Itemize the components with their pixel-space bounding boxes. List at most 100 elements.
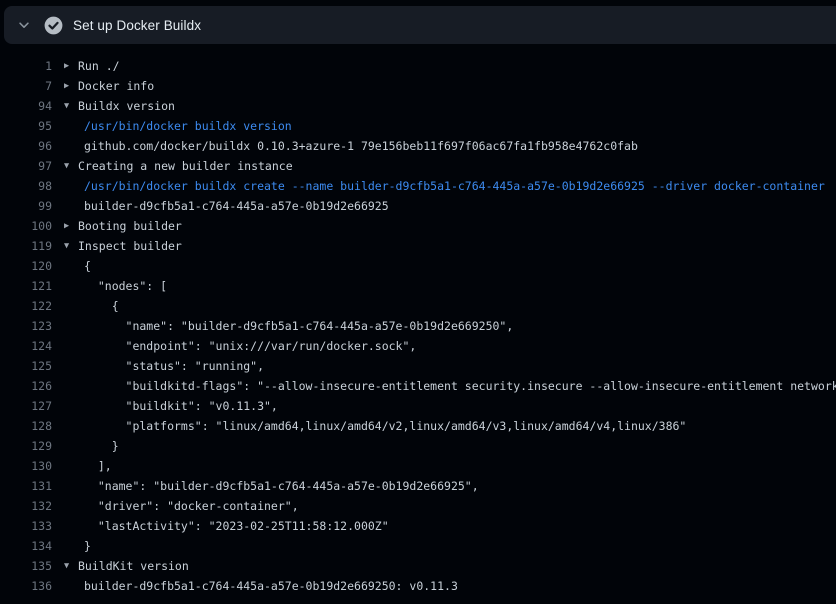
log-line-text: {	[84, 296, 119, 316]
group-toggle-icon	[64, 336, 78, 356]
line-number[interactable]: 125	[0, 356, 52, 376]
group-toggle-icon	[64, 256, 78, 276]
log-line-text: builder-d9cfb5a1-c764-445a-a57e-0b19d2e6…	[84, 196, 389, 216]
line-number[interactable]: 95	[0, 116, 52, 136]
group-toggle-icon	[64, 436, 78, 456]
line-number[interactable]: 130	[0, 456, 52, 476]
line-number[interactable]: 127	[0, 396, 52, 416]
line-number[interactable]: 7	[0, 76, 52, 96]
log-line: 96 github.com/docker/buildx 0.10.3+azure…	[0, 136, 836, 156]
line-number[interactable]: 120	[0, 256, 52, 276]
line-number[interactable]: 133	[0, 516, 52, 536]
group-toggle-icon	[64, 456, 78, 476]
log-line-text: Buildx version	[78, 96, 175, 116]
group-toggle-icon	[64, 116, 78, 136]
log-line-text: }	[84, 536, 91, 556]
log-group-header[interactable]: 97 ▼ Creating a new builder instance	[0, 156, 836, 176]
log-line-text: Docker info	[78, 76, 154, 96]
line-number[interactable]: 128	[0, 416, 52, 436]
group-toggle-icon: ▼	[64, 96, 78, 116]
group-toggle-icon: ▼	[64, 236, 78, 256]
log-line-text: /usr/bin/docker buildx create --name bui…	[84, 176, 825, 196]
log-line: 124 "endpoint": "unix:///var/run/docker.…	[0, 336, 836, 356]
line-number[interactable]: 131	[0, 476, 52, 496]
line-number[interactable]: 94	[0, 96, 52, 116]
log-group-header[interactable]: 135 ▼ BuildKit version	[0, 556, 836, 576]
log-line-text: "buildkitd-flags": "--allow-insecure-ent…	[84, 376, 836, 396]
group-toggle-icon	[64, 376, 78, 396]
line-number[interactable]: 1	[0, 56, 52, 76]
log-line-text: "nodes": [	[84, 276, 167, 296]
log-line-text: builder-d9cfb5a1-c764-445a-a57e-0b19d2e6…	[84, 576, 458, 596]
log-line: 95 /usr/bin/docker buildx version	[0, 116, 836, 136]
log-line-text: Creating a new builder instance	[78, 156, 293, 176]
log-group-header[interactable]: 7 ▶ Docker info	[0, 76, 836, 96]
line-number[interactable]: 126	[0, 376, 52, 396]
log-line-text: }	[84, 436, 119, 456]
line-number[interactable]: 136	[0, 576, 52, 596]
group-toggle-icon	[64, 276, 78, 296]
log-line: 122 {	[0, 296, 836, 316]
group-toggle-icon: ▶	[64, 76, 78, 96]
log-line: 134 }	[0, 536, 836, 556]
group-toggle-icon	[64, 476, 78, 496]
log-line: 131 "name": "builder-d9cfb5a1-c764-445a-…	[0, 476, 836, 496]
group-toggle-icon: ▼	[64, 156, 78, 176]
line-number[interactable]: 129	[0, 436, 52, 456]
line-number[interactable]: 121	[0, 276, 52, 296]
line-number[interactable]: 98	[0, 176, 52, 196]
log-line: 133 "lastActivity": "2023-02-25T11:58:12…	[0, 516, 836, 536]
group-toggle-icon: ▶	[64, 56, 78, 76]
group-toggle-icon	[64, 296, 78, 316]
group-toggle-icon	[64, 396, 78, 416]
log-line-text: github.com/docker/buildx 0.10.3+azure-1 …	[84, 136, 638, 156]
log-line-text: Booting builder	[78, 216, 182, 236]
step-header[interactable]: Set up Docker Buildx	[4, 6, 836, 44]
group-toggle-icon	[64, 316, 78, 336]
line-number[interactable]: 135	[0, 556, 52, 576]
log-line: 126 "buildkitd-flags": "--allow-insecure…	[0, 376, 836, 396]
check-circle-icon	[43, 15, 63, 35]
log-line: 125 "status": "running",	[0, 356, 836, 376]
log-line: 98 /usr/bin/docker buildx create --name …	[0, 176, 836, 196]
line-number[interactable]: 100	[0, 216, 52, 236]
log-line: 123 "name": "builder-d9cfb5a1-c764-445a-…	[0, 316, 836, 336]
log-line-text: /usr/bin/docker buildx version	[84, 116, 292, 136]
log-line: 132 "driver": "docker-container",	[0, 496, 836, 516]
log-line-text: Inspect builder	[78, 236, 182, 256]
line-number[interactable]: 134	[0, 536, 52, 556]
group-toggle-icon	[64, 496, 78, 516]
group-toggle-icon	[64, 196, 78, 216]
line-number[interactable]: 132	[0, 496, 52, 516]
group-toggle-icon	[64, 536, 78, 556]
log-line: 130 ],	[0, 456, 836, 476]
line-number[interactable]: 99	[0, 196, 52, 216]
group-toggle-icon	[64, 576, 78, 596]
group-toggle-icon	[64, 176, 78, 196]
line-number[interactable]: 123	[0, 316, 52, 336]
log-group-header[interactable]: 94 ▼ Buildx version	[0, 96, 836, 116]
log-line: 128 "platforms": "linux/amd64,linux/amd6…	[0, 416, 836, 436]
log-line-text: ],	[84, 456, 112, 476]
line-number[interactable]: 97	[0, 156, 52, 176]
log-group-header[interactable]: 119 ▼ Inspect builder	[0, 236, 836, 256]
log-line-text: "endpoint": "unix:///var/run/docker.sock…	[84, 336, 416, 356]
chevron-down-icon[interactable]	[16, 17, 32, 33]
group-toggle-icon	[64, 356, 78, 376]
log-line: 136 builder-d9cfb5a1-c764-445a-a57e-0b19…	[0, 576, 836, 596]
group-toggle-icon: ▶	[64, 216, 78, 236]
line-number[interactable]: 96	[0, 136, 52, 156]
group-toggle-icon	[64, 136, 78, 156]
line-number[interactable]: 124	[0, 336, 52, 356]
line-number[interactable]: 122	[0, 296, 52, 316]
line-number[interactable]: 119	[0, 236, 52, 256]
log-group-header[interactable]: 1 ▶ Run ./	[0, 56, 836, 76]
log-line: 129 }	[0, 436, 836, 456]
group-toggle-icon	[64, 416, 78, 436]
log-group-header[interactable]: 100 ▶ Booting builder	[0, 216, 836, 236]
log-line-text: "status": "running",	[84, 356, 264, 376]
log-line-text: "name": "builder-d9cfb5a1-c764-445a-a57e…	[84, 316, 513, 336]
group-toggle-icon	[64, 516, 78, 536]
log-line: 121 "nodes": [	[0, 276, 836, 296]
log-line-text: "buildkit": "v0.11.3",	[84, 396, 278, 416]
